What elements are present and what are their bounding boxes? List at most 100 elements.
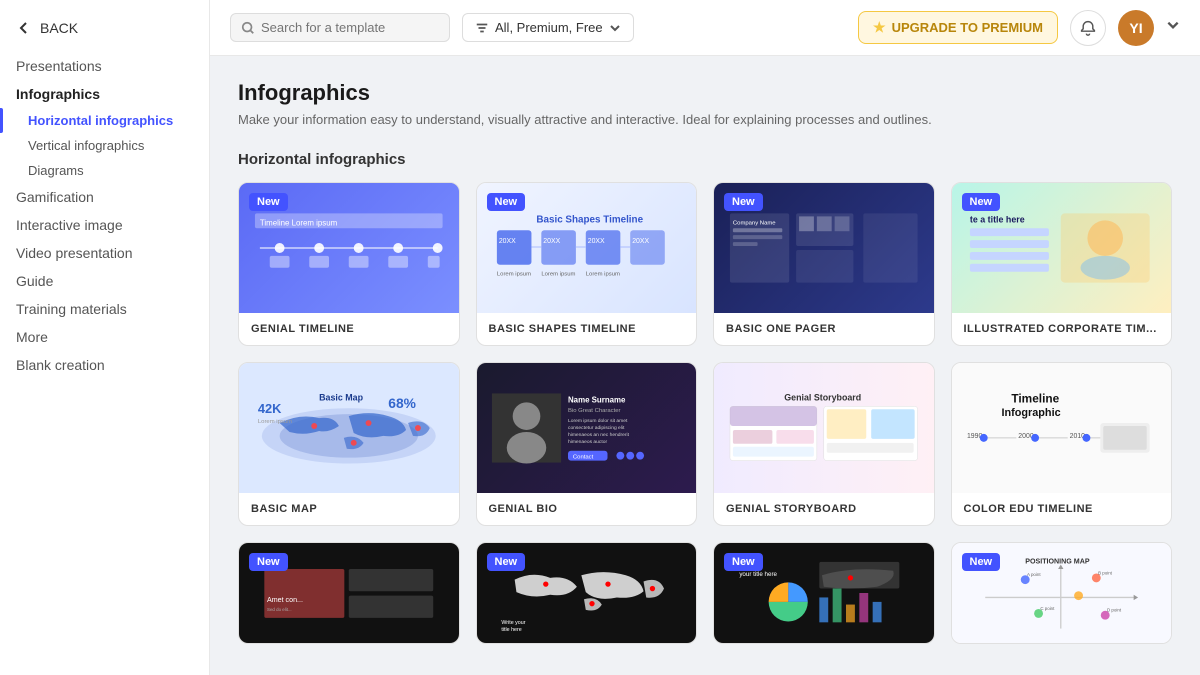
account-menu-button[interactable] [1166,18,1180,37]
bell-icon [1080,20,1096,36]
svg-text:A point: A point [1027,572,1041,577]
card-preview-pos-map: New POSITIONING MAP [952,543,1172,643]
card-label-basic-map: BASIC MAP [239,493,459,525]
section-title: Horizontal infographics [238,151,1172,168]
svg-text:Name Surname: Name Surname [568,395,626,404]
card-label-genial-bio: GENIAL BIO [477,493,697,525]
sidebar-item-blank-creation[interactable]: Blank creation [0,351,209,379]
template-card-basic-one-pager[interactable]: New Company Name [713,182,935,346]
template-card-pos-map[interactable]: New POSITIONING MAP [951,542,1173,644]
search-input[interactable] [261,20,439,35]
template-card-dark1[interactable]: New LOGO. Amet con... Sed do elit... [238,542,460,644]
template-grid-row1: New Timeline Lorem ipsum [238,182,1172,346]
svg-text:your title here: your title here [739,571,777,578]
sidebar-item-presentations[interactable]: Presentations [0,52,209,80]
chevron-down-icon-account [1166,18,1180,32]
sidebar: BACK Presentations Infographics Horizont… [0,0,210,675]
new-badge-basic-one-pager: New [724,193,763,211]
sidebar-item-gamification[interactable]: Gamification [0,183,209,211]
sidebar-item-more[interactable]: More [0,323,209,351]
template-card-dark2[interactable]: New LOGO. Wri [476,542,698,644]
card-label-color-edu: COLOR EDU TIMELINE [952,493,1172,525]
svg-text:Lorem ipsum: Lorem ipsum [258,419,292,425]
svg-text:20XX: 20XX [633,238,650,245]
card-preview-genial-timeline: New Timeline Lorem ipsum [239,183,459,313]
upgrade-button[interactable]: ★ UPGRADE TO PREMIUM [858,11,1058,44]
sidebar-item-diagrams[interactable]: Diagrams [0,158,209,183]
preview-svg-basic-map: Basic Map 68% [250,376,448,480]
card-label-illustrated-corporate: ILLUSTRATED CORPORATE TIM... [952,313,1172,345]
template-card-genial-storyboard[interactable]: Genial Storyboard GENIAL [713,362,935,526]
preview-svg-genial-bio: Name Surname Bio Great Character Lorem i… [487,376,685,480]
new-badge-dark1: New [249,553,288,571]
svg-text:Lorem ipsum: Lorem ipsum [497,272,531,278]
template-card-color-edu[interactable]: Timeline Infographic 1990 2000 2010 [951,362,1173,526]
svg-text:Sed do elit...: Sed do elit... [267,607,292,612]
sidebar-item-infographics[interactable]: Infographics [0,80,209,108]
template-card-basic-shapes[interactable]: New Basic Shapes Timeline 20XX 20XX 20XX… [476,182,698,346]
svg-text:42K: 42K [258,401,282,416]
card-label-basic-shapes: BASIC SHAPES TIMELINE [477,313,697,345]
sidebar-item-interactive-image[interactable]: Interactive image [0,211,209,239]
svg-text:20XX: 20XX [499,238,516,245]
svg-text:20XX: 20XX [544,238,561,245]
svg-text:Write your: Write your [502,620,526,626]
svg-text:himenaeos auctor: himenaeos auctor [568,439,607,445]
card-label-genial-timeline: GENIAL TIMELINE [239,313,459,345]
sidebar-item-video-presentation[interactable]: Video presentation [0,239,209,267]
card-preview-genial-storyboard: Genial Storyboard [714,363,934,493]
sidebar-item-horizontal-infographics[interactable]: Horizontal infographics [0,108,209,133]
back-label: BACK [40,20,78,36]
svg-text:consectetur adipiscing elit: consectetur adipiscing elit [568,425,625,431]
template-card-dark3[interactable]: New LOGO. your title here [713,542,935,644]
search-box[interactable] [230,13,450,42]
template-grid-row3: New LOGO. Amet con... Sed do elit... [238,542,1172,644]
sidebar-item-training-materials[interactable]: Training materials [0,295,209,323]
new-badge-illustrated: New [962,193,1001,211]
svg-text:Timeline Lorem ipsum: Timeline Lorem ipsum [260,218,338,227]
preview-svg-basic-one-pager: Company Name [725,196,923,300]
new-badge-dark2: New [487,553,526,571]
template-card-genial-bio[interactable]: Name Surname Bio Great Character Lorem i… [476,362,698,526]
card-preview-basic-map: Basic Map 68% [239,363,459,493]
svg-text:B point: B point [1099,570,1114,575]
svg-text:Contact: Contact [573,455,594,461]
avatar[interactable]: YI [1118,10,1154,46]
svg-text:Amet con...: Amet con... [267,596,303,604]
svg-text:D point: D point [1107,608,1122,613]
content-area: Infographics Make your information easy … [210,56,1200,675]
template-card-illustrated-corporate[interactable]: New te a title here [951,182,1173,346]
page-description: Make your information easy to understand… [238,112,1172,127]
card-preview-illustrated-corporate: New te a title here [952,183,1172,313]
filter-label: All, Premium, Free [495,20,603,35]
svg-text:20XX: 20XX [588,238,605,245]
star-icon: ★ [873,19,886,36]
preview-svg-genial-storyboard: Genial Storyboard [725,376,923,480]
card-preview-basic-one-pager: New Company Name [714,183,934,313]
sidebar-item-guide[interactable]: Guide [0,267,209,295]
svg-text:POSITIONING MAP: POSITIONING MAP [1026,558,1091,566]
template-grid-row2: Basic Map 68% [238,362,1172,526]
new-badge: New [249,193,288,211]
svg-text:C point: C point [1041,606,1056,611]
svg-text:Lorem ipsum: Lorem ipsum [542,272,576,278]
svg-text:Basic Map: Basic Map [319,392,363,402]
page-title: Infographics [238,80,1172,106]
card-preview-basic-shapes: New Basic Shapes Timeline 20XX 20XX 20XX… [477,183,697,313]
search-icon [241,21,255,35]
back-button[interactable]: BACK [0,12,209,52]
template-card-genial-timeline[interactable]: New Timeline Lorem ipsum [238,182,460,346]
topbar: All, Premium, Free ★ UPGRADE TO PREMIUM … [210,0,1200,56]
svg-text:Basic Shapes Timeline: Basic Shapes Timeline [537,214,644,225]
svg-text:Lorem ipsum dolor sit amet: Lorem ipsum dolor sit amet [568,418,628,424]
card-preview-genial-bio: Name Surname Bio Great Character Lorem i… [477,363,697,493]
svg-text:Genial Storyboard: Genial Storyboard [784,392,861,402]
card-preview-dark1: New LOGO. Amet con... Sed do elit... [239,543,459,643]
svg-text:himenaeos an nec hendrerit: himenaeos an nec hendrerit [568,432,630,438]
svg-text:title here: title here [502,627,522,633]
svg-text:Timeline: Timeline [1012,391,1060,405]
notification-button[interactable] [1070,10,1106,46]
template-card-basic-map[interactable]: Basic Map 68% [238,362,460,526]
sidebar-item-vertical-infographics[interactable]: Vertical infographics [0,133,209,158]
filter-button[interactable]: All, Premium, Free [462,13,634,42]
